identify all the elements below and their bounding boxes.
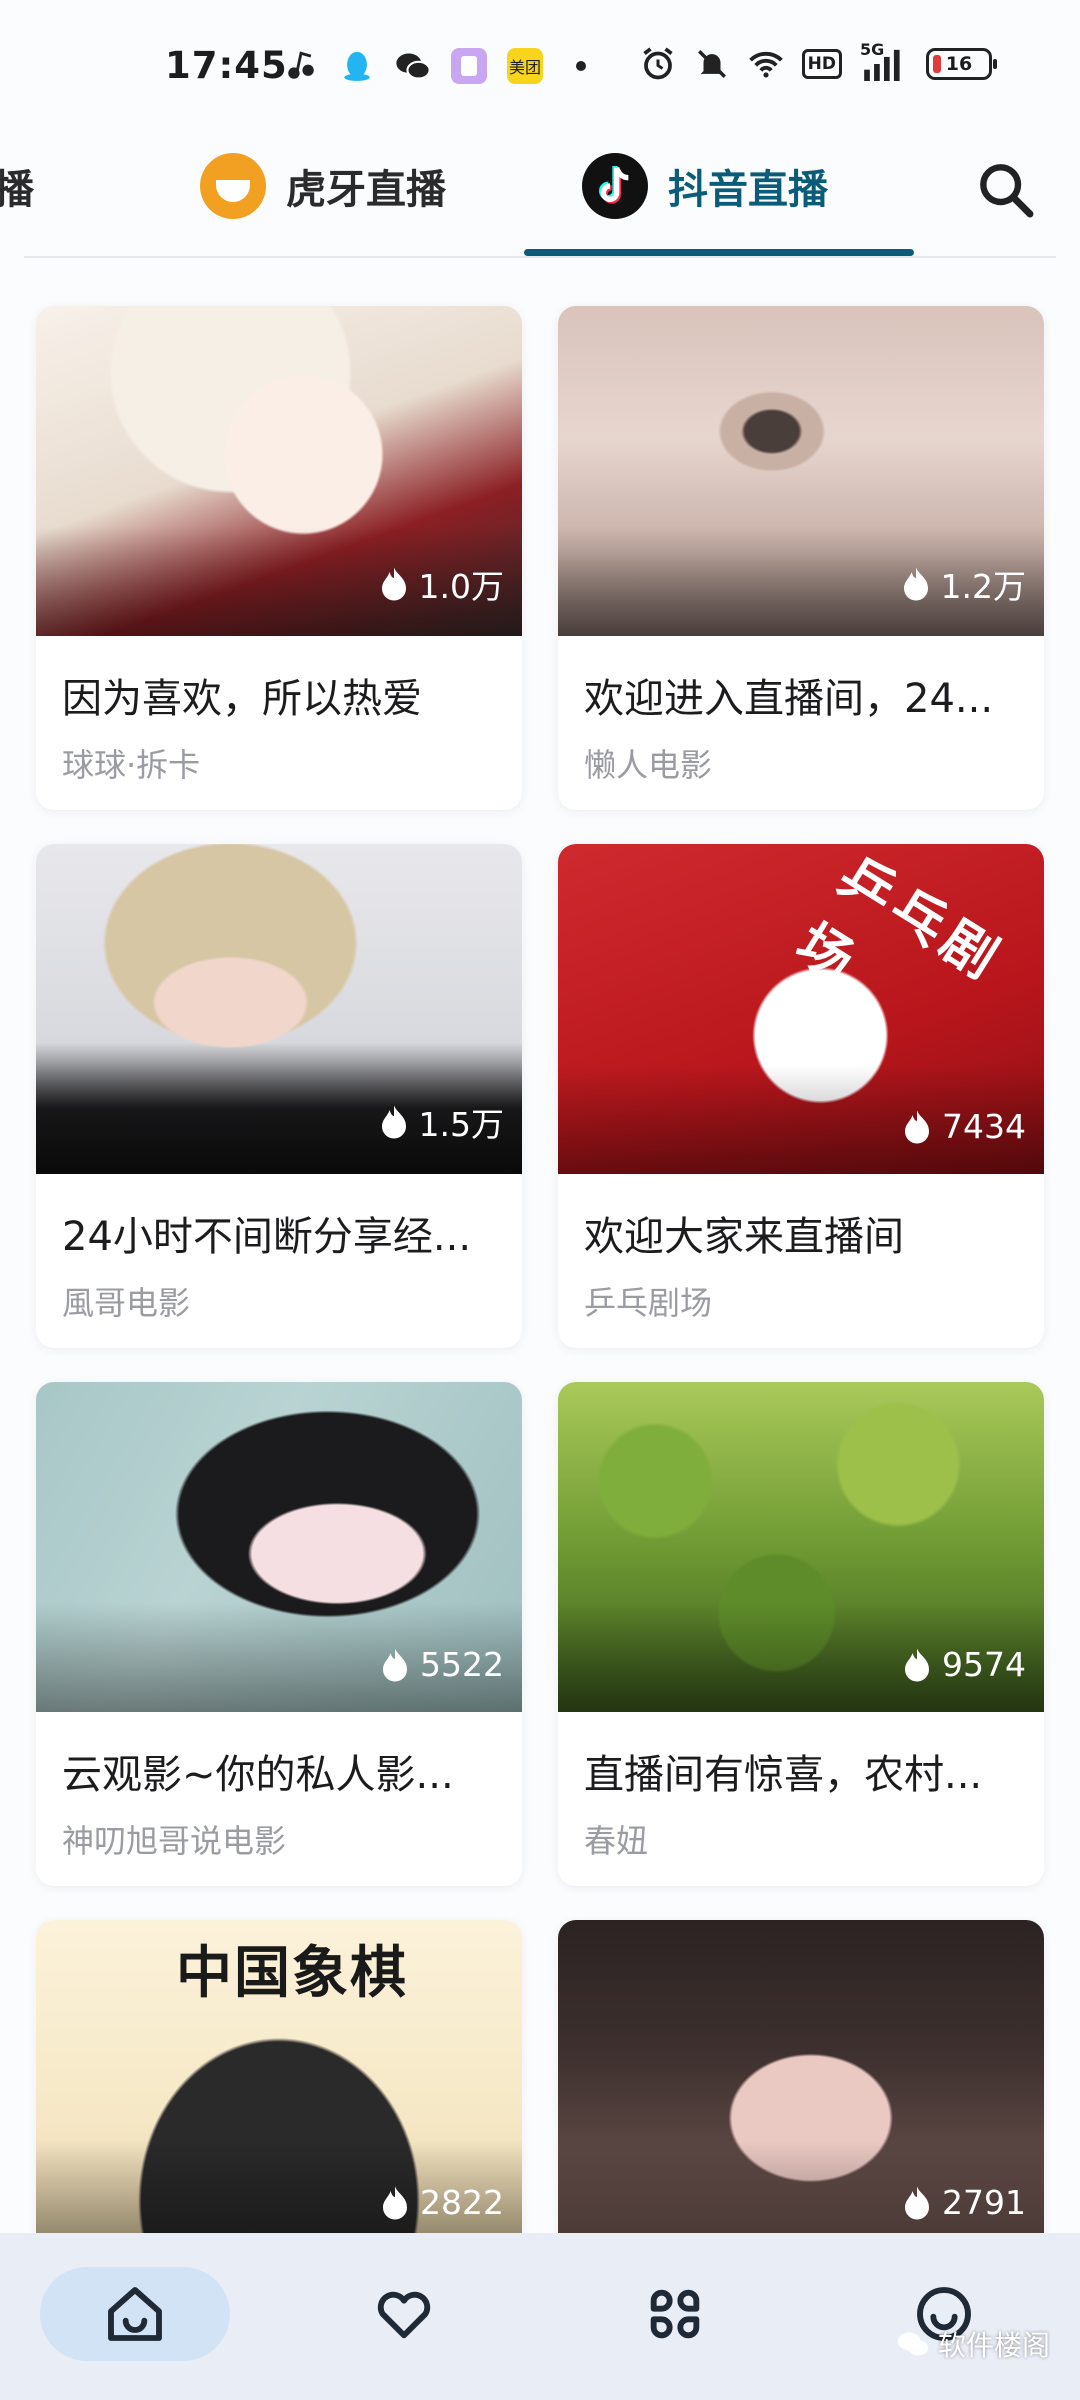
room-thumbnail: 中国象棋 2822 (36, 1920, 522, 2250)
room-title: 欢迎大家来直播间 (584, 1214, 904, 1260)
flame-icon (905, 1110, 930, 1143)
signal-5g-icon: 5G (860, 40, 908, 82)
live-room-card[interactable]: 1.5万 24小时不间断分享经... 風哥电影 (36, 844, 522, 1348)
room-title: 直播间有惊喜，农村... (584, 1752, 983, 1798)
live-room-card[interactable]: 5522 云观影~你的私人影... 神叨旭哥说电影 (36, 1382, 522, 1886)
status-time: 17:45 (165, 44, 288, 87)
network-label: 5G (860, 40, 885, 59)
tab-label: 抖音直播 (668, 167, 828, 213)
source-tabs: 播 虎牙直播 抖音直播 (0, 130, 1080, 260)
streamer-name: 乒乓剧场 (584, 1284, 713, 1322)
douyin-logo-icon (582, 153, 648, 219)
thumbnail-caption: 中国象棋 (176, 1941, 408, 2006)
room-title: 24小时不间断分享经... (62, 1214, 472, 1260)
search-icon (980, 164, 1034, 218)
home-icon (108, 2287, 162, 2341)
nav-home-button[interactable] (40, 2267, 230, 2361)
watermark-text: 软件楼阁 (937, 2329, 1050, 2362)
live-room-card[interactable]: 乒乓剧场 7434 欢迎大家来直播间 乒乓剧场 (558, 844, 1044, 1348)
streamer-name: 神叨旭哥说电影 (62, 1822, 287, 1860)
wifi-icon (748, 46, 784, 82)
watermark: 软件楼阁 (896, 2324, 1050, 2364)
flame-icon (905, 1648, 930, 1681)
huya-logo-icon (200, 153, 266, 219)
flame-icon (381, 1105, 406, 1139)
popularity: 2822 (380, 2183, 504, 2222)
popularity: 1.2万 (901, 560, 1026, 608)
wechat-watermark-icon (897, 2332, 929, 2356)
live-room-card[interactable]: 1.2万 欢迎进入直播间，24... 懒人电影 (558, 306, 1044, 810)
apps-icon (650, 2289, 700, 2339)
room-thumbnail: 1.0万 (36, 306, 522, 636)
tab-previous-partial[interactable]: 播 (0, 130, 34, 242)
room-thumbnail: 5522 (36, 1382, 522, 1712)
heat-count: 1.0万 (418, 567, 504, 606)
room-thumbnail: 1.2万 (558, 306, 1044, 636)
flame-icon (905, 2186, 930, 2219)
room-thumbnail: 1.5万 (36, 844, 522, 1174)
tab-divider (24, 256, 1056, 258)
room-thumbnail: 9574 (558, 1382, 1044, 1712)
popularity: 1.0万 (379, 560, 504, 608)
room-thumbnail: 乒乓剧场 7434 (558, 844, 1044, 1174)
favorites-icon (377, 2291, 431, 2339)
heat-count: 1.5万 (418, 1105, 504, 1144)
tab-label: 播 (0, 167, 34, 213)
music-icon (283, 48, 319, 84)
flame-icon (383, 2186, 408, 2219)
flame-icon (381, 567, 406, 601)
popularity: 2791 (902, 2183, 1026, 2222)
streamer-name: 球球·拆卡 (62, 746, 201, 784)
meituan-icon: 美团 (507, 48, 543, 84)
streamer-name: 懒人电影 (584, 746, 713, 784)
hd-icon: HD (801, 49, 842, 79)
status-system-icons: HD 5G 16 (640, 40, 997, 82)
heat-count: 2822 (420, 2183, 504, 2222)
tab-label: 虎牙直播 (286, 167, 446, 213)
streamer-name: 春妞 (584, 1822, 649, 1860)
status-bar: 17:45 美团 HD 5G 16 (0, 0, 1080, 120)
dot-icon (563, 48, 599, 84)
notes-icon (451, 48, 487, 84)
battery-icon: 16 (926, 48, 997, 80)
thumbnail-caption: 乒乓剧场 (785, 844, 1014, 997)
heat-count: 5522 (420, 1645, 504, 1684)
live-room-card[interactable]: 9574 直播间有惊喜，农村... 春妞 (558, 1382, 1044, 1886)
nav-favorites-button[interactable] (344, 2269, 464, 2359)
bottom-navigation: 软件楼阁 (0, 2233, 1080, 2400)
heat-count: 1.2万 (940, 567, 1026, 606)
heat-count: 9574 (942, 1645, 1026, 1684)
flame-icon (383, 1648, 408, 1681)
nav-apps-button[interactable] (615, 2269, 735, 2359)
alarm-icon (640, 46, 676, 82)
mute-icon (694, 46, 730, 82)
search-button[interactable] (974, 158, 1038, 222)
room-title: 因为喜欢，所以热爱 (62, 676, 422, 722)
popularity: 9574 (902, 1645, 1026, 1684)
tab-douyin[interactable]: 抖音直播 (582, 130, 828, 242)
room-thumbnail: 2791 (558, 1920, 1044, 2250)
qq-icon (339, 48, 375, 84)
live-room-card[interactable]: 1.0万 因为喜欢，所以热爱 球球·拆卡 (36, 306, 522, 810)
popularity: 5522 (380, 1645, 504, 1684)
heat-count: 7434 (942, 1107, 1026, 1146)
wechat-icon (395, 48, 431, 84)
popularity: 7434 (902, 1107, 1026, 1146)
streamer-name: 風哥电影 (62, 1284, 191, 1322)
room-title: 云观影~你的私人影... (62, 1752, 454, 1798)
heat-count: 2791 (942, 2183, 1026, 2222)
active-tab-indicator (524, 249, 914, 256)
status-app-icons: 美团 (283, 48, 599, 84)
popularity: 1.5万 (379, 1098, 504, 1146)
flame-icon (903, 567, 928, 601)
tab-huya[interactable]: 虎牙直播 (200, 130, 446, 242)
room-title: 欢迎进入直播间，24... (584, 676, 994, 722)
